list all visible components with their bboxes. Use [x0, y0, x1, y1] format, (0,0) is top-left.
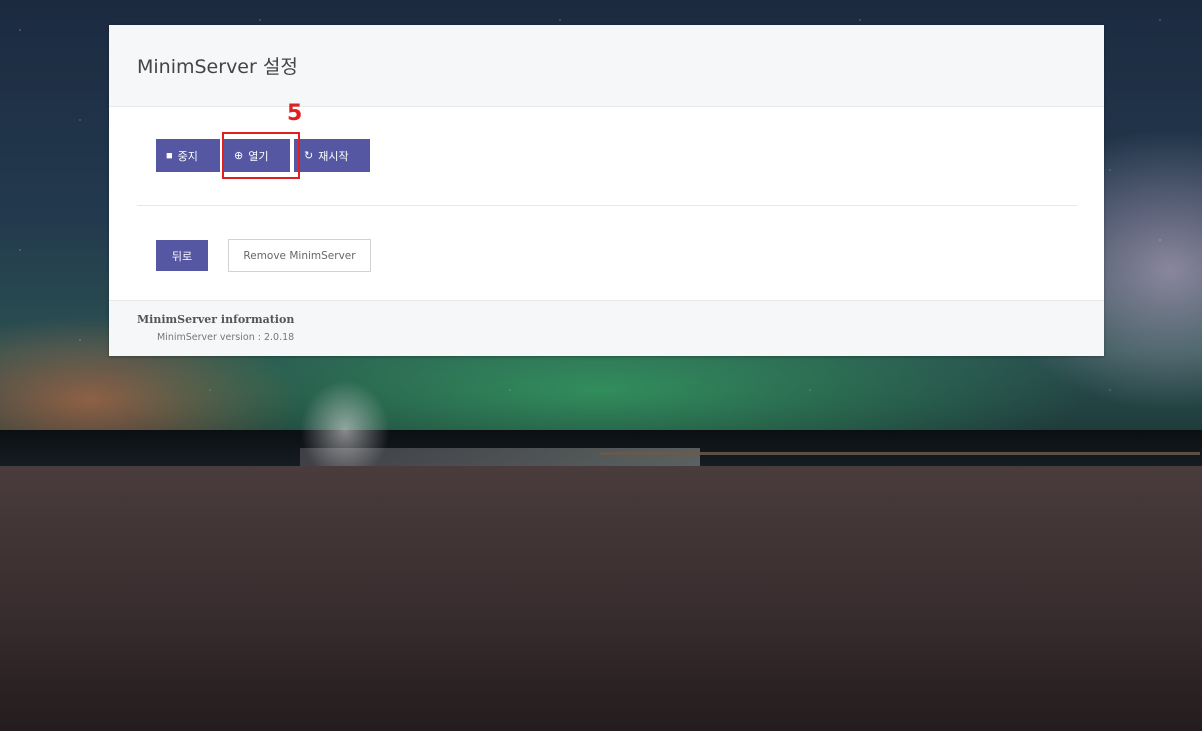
info-title: MinimServer information: [137, 313, 295, 326]
square-icon: ■: [166, 149, 173, 162]
info-footer: MinimServer information MinimServer vers…: [109, 300, 1104, 356]
boardwalk: [600, 452, 1200, 475]
highlight-box: [222, 132, 300, 179]
settings-panel: MinimServer 설정 5 ■ 중지 ⊕ 열기 ↻ 재시작 뒤로 Remo…: [109, 25, 1104, 356]
refresh-icon: ↻: [304, 150, 314, 162]
page-title: MinimServer 설정: [137, 56, 298, 78]
restart-label: 재시작: [318, 150, 349, 163]
divider: [137, 205, 1077, 206]
remove-minimserver-button[interactable]: Remove MinimServer: [228, 239, 371, 272]
version-text: MinimServer version : 2.0.18: [157, 332, 295, 343]
stop-label: 중지: [177, 150, 198, 163]
steam: [300, 380, 390, 480]
stop-button[interactable]: ■ 중지: [156, 139, 220, 172]
ground: [0, 466, 1202, 731]
step-annotation: 5: [287, 101, 303, 126]
panel-header: MinimServer 설정: [109, 25, 1104, 107]
back-button[interactable]: 뒤로: [156, 240, 208, 271]
restart-button[interactable]: ↻ 재시작: [294, 139, 370, 172]
